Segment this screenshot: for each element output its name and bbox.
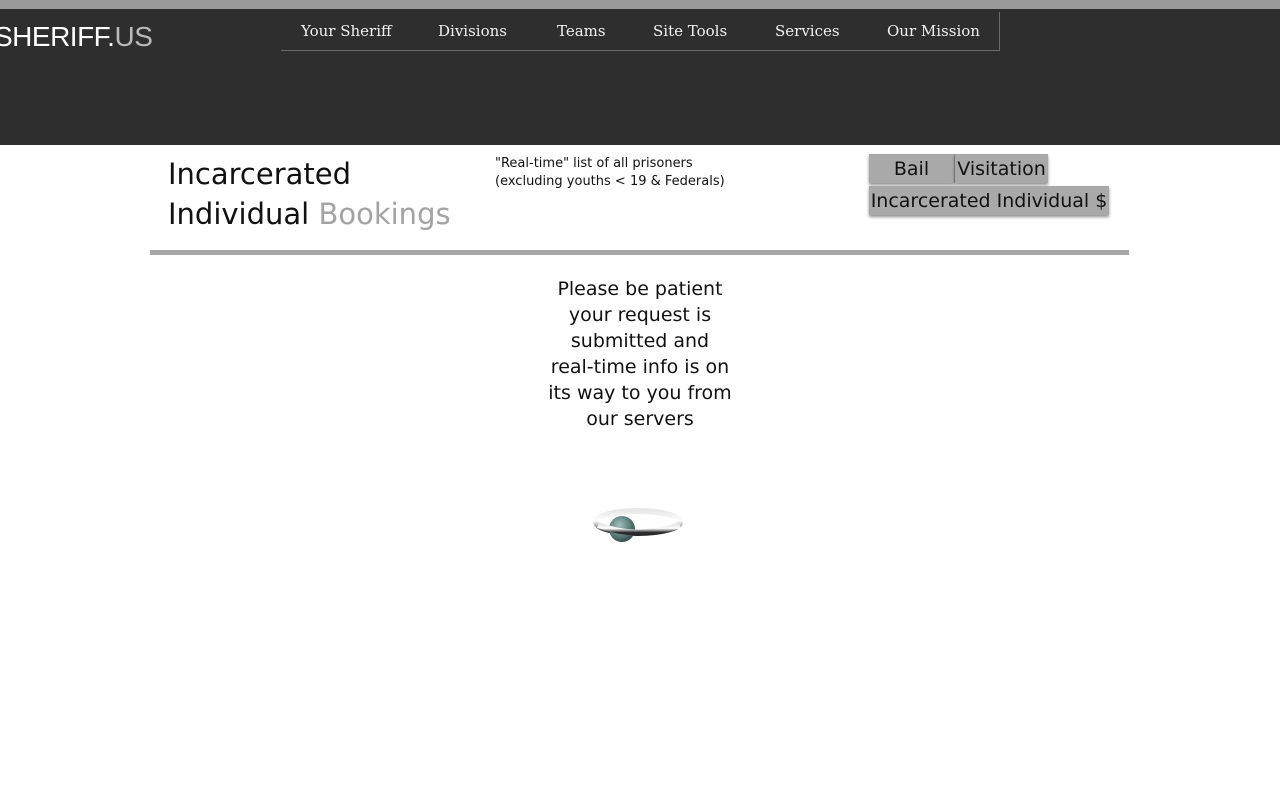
loading-spinner-icon [592, 505, 684, 547]
page-title: Incarcerated Individual Bookings [168, 154, 451, 234]
nav-item-site-tools[interactable]: Site Tools [653, 22, 727, 40]
loading-line: our servers [586, 408, 694, 430]
page-title-line1: Incarcerated [168, 157, 352, 191]
loading-line: its way to you from [548, 382, 732, 404]
site-logo-link[interactable]: SHERIFF.US [0, 21, 153, 53]
nav-item-teams[interactable]: Teams [557, 22, 606, 40]
loading-line: your request is [568, 304, 712, 326]
loading-message: Please be patient your request is submit… [540, 276, 740, 432]
page-title-line2b: Bookings [318, 197, 451, 231]
loading-line: Please be patient [557, 278, 723, 300]
page-title-line2a: Individual [168, 197, 310, 231]
section-divider [150, 250, 1129, 255]
top-accent-strip [0, 0, 1280, 9]
nav-item-services[interactable]: Services [775, 22, 840, 40]
visitation-button[interactable]: Visitation [955, 154, 1048, 183]
nav-item-our-mission[interactable]: Our Mission [887, 22, 980, 40]
nav-item-your-sheriff[interactable]: Your Sheriff [301, 22, 392, 40]
bail-button[interactable]: Bail [869, 154, 955, 183]
site-header: SHERIFF.US Your Sheriff Divisions Teams … [0, 9, 1280, 145]
nav-item-divisions[interactable]: Divisions [438, 22, 507, 40]
subtitle-line1: "Real-time" list of all prisoners [495, 156, 693, 171]
loading-line: submitted and [570, 330, 710, 352]
incarcerated-individual-amount-button[interactable]: Incarcerated Individual $ [869, 186, 1109, 215]
page-subtitle: "Real-time" list of all prisoners (exclu… [495, 155, 725, 191]
main-nav: Your Sheriff Divisions Teams Site Tools … [281, 12, 1000, 51]
subtitle-line2: (excluding youths < 19 & Federals) [495, 174, 725, 189]
logo-suffix-text: US [114, 21, 153, 52]
loading-line: real-time info is on [550, 356, 730, 378]
logo-main-text: SHERIFF. [0, 21, 115, 52]
